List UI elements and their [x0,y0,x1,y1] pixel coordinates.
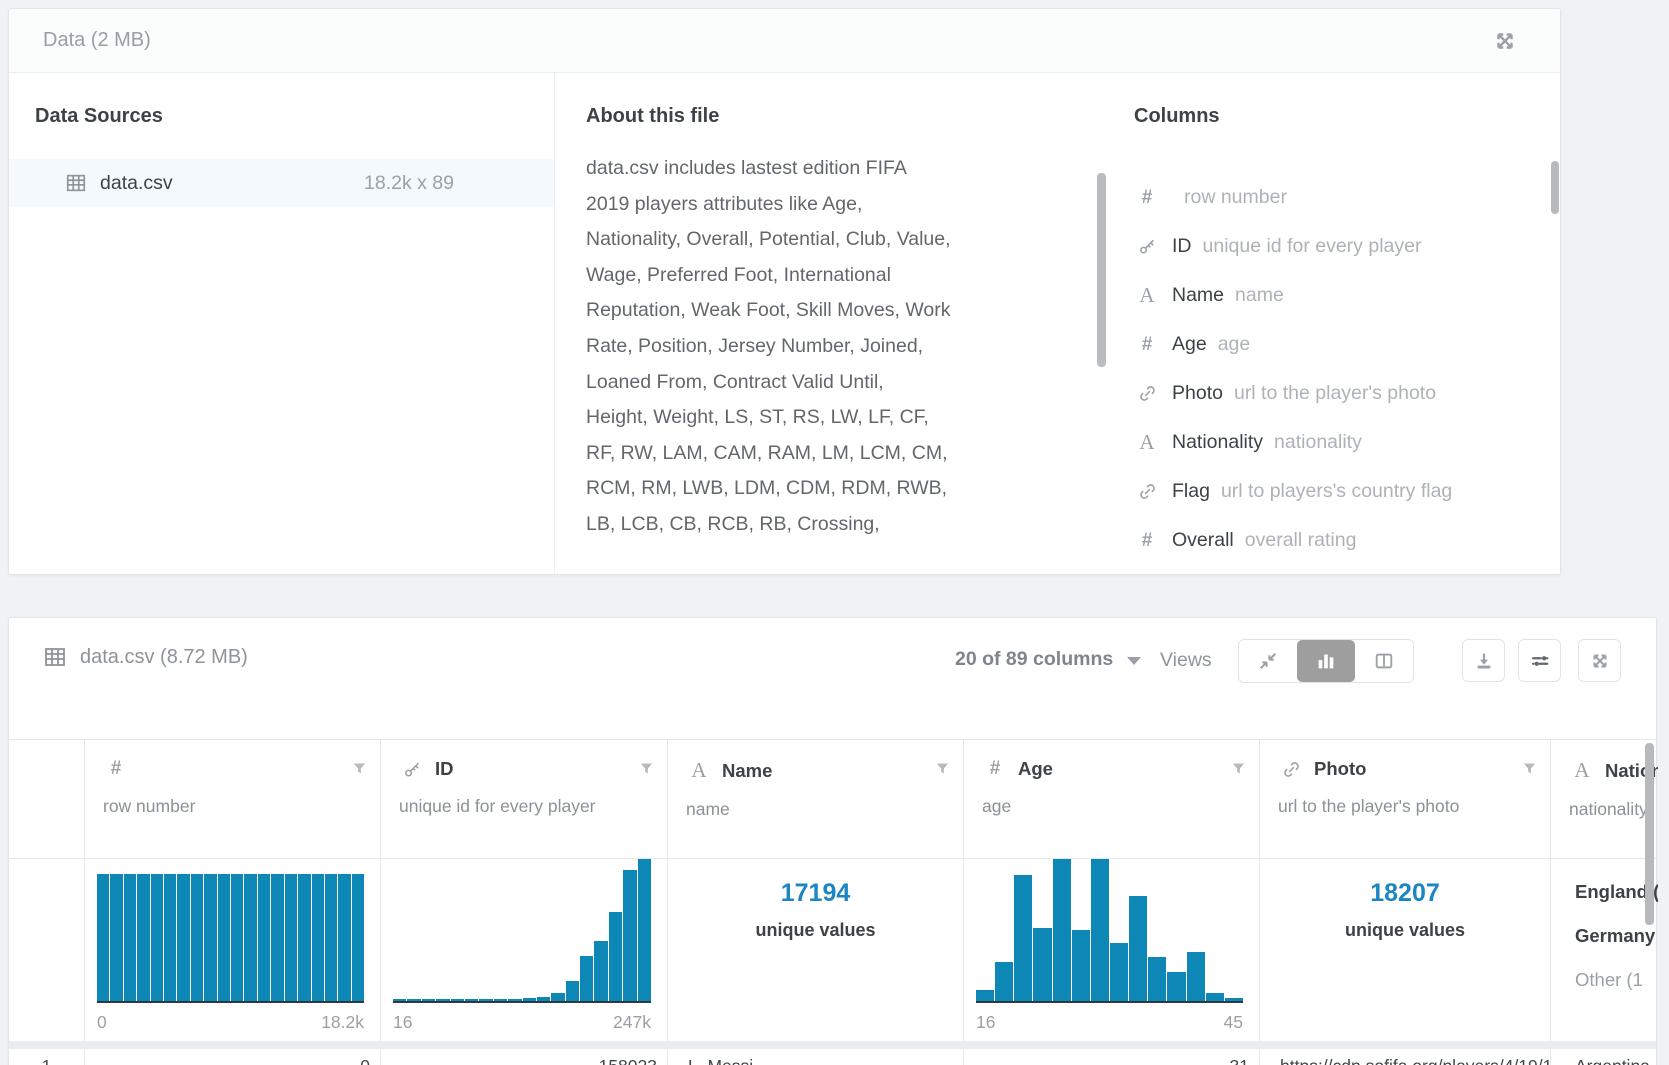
column-header-id[interactable]: ID unique id for every player [381,740,668,858]
link-type-icon [1134,482,1160,501]
numeric-type-icon: # [1134,530,1160,552]
key-type-icon [1134,237,1160,256]
about-heading: About this file [586,105,719,128]
key-type-icon [399,760,425,779]
filter-sliders-icon[interactable] [1518,639,1561,682]
name-unique-cell: 17194 unique values [668,859,964,1041]
unique-count: 18207 [1260,879,1550,908]
photo-url-cell: https://cdn.sofifa.org/players/4/19/1580… [1260,1049,1551,1065]
histogram-baseline [976,1001,1243,1003]
histogram-baseline [393,1001,651,1003]
text-type-icon: A [1569,758,1595,783]
detail-view-button[interactable] [1297,640,1355,682]
table-grid-icon [65,172,87,194]
table-grid-icon [43,645,67,669]
column-header-nationality[interactable]: A Nationality nationality [1551,740,1658,858]
text-type-icon: A [1134,283,1160,308]
text-type-icon: A [1134,430,1160,455]
rownumber-histogram-cell: 0 18.2k [85,859,381,1041]
filter-icon[interactable] [1521,760,1538,777]
age-cell: 31 [964,1049,1260,1065]
nationality-categories-cell: England ( Germany ( Other (1 [1551,859,1658,1041]
data-table-card: data.csv (8.72 MB) 20 of 89 columns View… [8,617,1657,1065]
column-header-rownumber[interactable]: # row number [85,740,381,858]
column-list-item: # Age age [1134,320,1552,369]
columns-list: # row number ID unique id for every play… [1134,173,1552,565]
column-header-name[interactable]: A Name name [668,740,964,858]
views-label: Views [1160,649,1212,672]
filter-icon[interactable] [351,760,368,777]
nationality-cell: Argentina [1551,1049,1658,1065]
compact-view-button[interactable] [1239,640,1297,682]
column-view-button[interactable] [1355,640,1413,682]
category-item: Germany ( [1575,925,1658,947]
kaggle-dataset-preview: { "colors": { "histogram_bar": "#0d87b5"… [0,0,1669,1065]
table-file-name: data.csv (8.72 MB) [80,646,248,669]
id-histogram-cell: 16 247k [381,859,668,1041]
link-type-icon [1278,760,1304,779]
column-summary-row: 0 18.2k 16 247k 17194 unique values 16 4… [9,859,1656,1041]
age-histogram [976,859,1243,1001]
column-list-item: # Overall overall rating [1134,516,1552,565]
unique-label: unique values [1260,920,1550,941]
filter-icon[interactable] [638,760,655,777]
view-toggle-group [1238,639,1414,683]
column-list-item: ID unique id for every player [1134,222,1552,271]
column-header-age[interactable]: # Age age [964,740,1260,858]
column-list-item: A Nationality nationality [1134,418,1552,467]
rownumber-histogram [97,874,364,1001]
column-list-item: A Name name [1134,271,1552,320]
row-index-cell: 1 [9,1049,85,1065]
column-list-item: # row number [1134,173,1552,222]
id-histogram [393,859,651,1001]
columns-section: Columns # row number ID unique id for ev… [1106,73,1560,574]
age-histogram-cell: 16 45 [964,859,1260,1041]
numeric-type-icon: # [1134,334,1160,356]
numeric-type-icon: # [982,758,1008,780]
expand-icon[interactable] [1492,28,1518,54]
chevron-down-icon [1127,657,1141,665]
source-file-row[interactable]: data.csv 18.2k x 89 [9,159,554,207]
panel-scrollbar-thumb[interactable] [1551,161,1559,214]
data-summary-card: Data (2 MB) Data Sources data.csv 18.2k … [8,8,1561,575]
summary-data-divider [9,1041,1656,1049]
unique-label: unique values [668,920,963,941]
histogram-baseline [97,1001,364,1003]
unique-count: 17194 [668,879,963,908]
about-description: data.csv includes lastest edition FIFA 2… [586,151,1018,543]
columns-count-dropdown[interactable]: 20 of 89 columns [955,648,1141,671]
filter-icon[interactable] [1230,760,1247,777]
name-cell: L. Messi [668,1049,964,1065]
column-list-item: Photo url to the player's photo [1134,369,1552,418]
numeric-type-icon: # [1134,187,1160,209]
table-header-row: # row number ID unique id for every play… [9,739,1656,859]
table-row: 1 0 158023 L. Messi 31 https://cdn.sofif… [9,1049,1656,1065]
about-scrollbar-thumb[interactable] [1097,173,1106,367]
category-item-other: Other (1 [1575,969,1658,991]
expand-icon[interactable] [1578,639,1621,682]
row-gutter-summary [9,859,85,1041]
data-summary-header: Data (2 MB) [9,9,1560,73]
table-scrollbar-thumb[interactable] [1645,743,1654,925]
data-sources-section: Data Sources data.csv 18.2k x 89 [9,73,555,574]
text-type-icon: A [686,758,712,783]
table-file-title: data.csv (8.72 MB) [43,645,248,669]
column-list-item: Flag url to players's country flag [1134,467,1552,516]
numeric-type-icon: # [103,758,129,780]
photo-unique-cell: 18207 unique values [1260,859,1551,1041]
download-icon[interactable] [1462,639,1505,682]
source-file-dimensions: 18.2k x 89 [364,172,454,195]
data-size-title: Data (2 MB) [43,29,151,52]
about-file-section: About this file data.csv includes lastes… [555,73,1106,574]
row-gutter-header [9,740,85,858]
rownumber-cell: 0 [85,1049,381,1065]
source-file-name: data.csv [100,172,173,195]
column-header-photo[interactable]: Photo url to the player's photo [1260,740,1551,858]
link-type-icon [1134,384,1160,403]
data-sources-heading: Data Sources [35,105,163,128]
id-cell: 158023 [381,1049,668,1065]
filter-icon[interactable] [934,760,951,777]
columns-heading: Columns [1134,105,1220,128]
